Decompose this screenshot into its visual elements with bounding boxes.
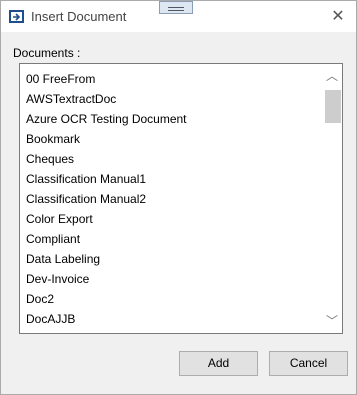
documents-list: 00 FreeFrom AWSTextractDoc Azure OCR Testi… — [26, 69, 320, 329]
scroll-down-button[interactable]: ﹀ — [322, 311, 342, 331]
list-item[interactable]: Data Labeling — [26, 249, 320, 269]
list-item[interactable]: DocAJJB — [26, 309, 320, 329]
list-item[interactable]: Compliant — [26, 229, 320, 249]
insert-document-dialog: Insert Document ✕ Documents : 00 FreeFro… — [0, 0, 357, 395]
list-item[interactable]: Classification Manual1 — [26, 169, 320, 189]
add-button[interactable]: Add — [179, 351, 258, 376]
drag-grip-icon[interactable] — [159, 1, 193, 14]
list-item[interactable]: Azure OCR Testing Document — [26, 109, 320, 129]
list-item[interactable]: Doc2 — [26, 289, 320, 309]
scroll-thumb[interactable] — [325, 90, 341, 123]
title-bar[interactable]: Insert Document ✕ — [1, 1, 356, 32]
documents-label: Documents : — [13, 46, 81, 60]
list-item[interactable]: Bookmark — [26, 129, 320, 149]
cancel-button[interactable]: Cancel — [269, 351, 348, 376]
list-item[interactable]: Cheques — [26, 149, 320, 169]
scroll-up-button[interactable]: ︿ — [322, 66, 342, 86]
documents-listbox[interactable]: 00 FreeFrom AWSTextractDoc Azure OCR Testi… — [19, 63, 343, 334]
close-button[interactable]: ✕ — [326, 5, 350, 29]
list-item[interactable]: 00 FreeFrom — [26, 69, 320, 89]
vertical-scrollbar[interactable]: ︿ ﹀ — [322, 64, 342, 333]
dialog-title: Insert Document — [31, 9, 127, 24]
insert-document-icon — [9, 10, 25, 24]
list-item[interactable]: Color Export — [26, 209, 320, 229]
list-item[interactable]: Classification Manual2 — [26, 189, 320, 209]
list-item[interactable]: Dev-Invoice — [26, 269, 320, 289]
list-item[interactable]: AWSTextractDoc — [26, 89, 320, 109]
